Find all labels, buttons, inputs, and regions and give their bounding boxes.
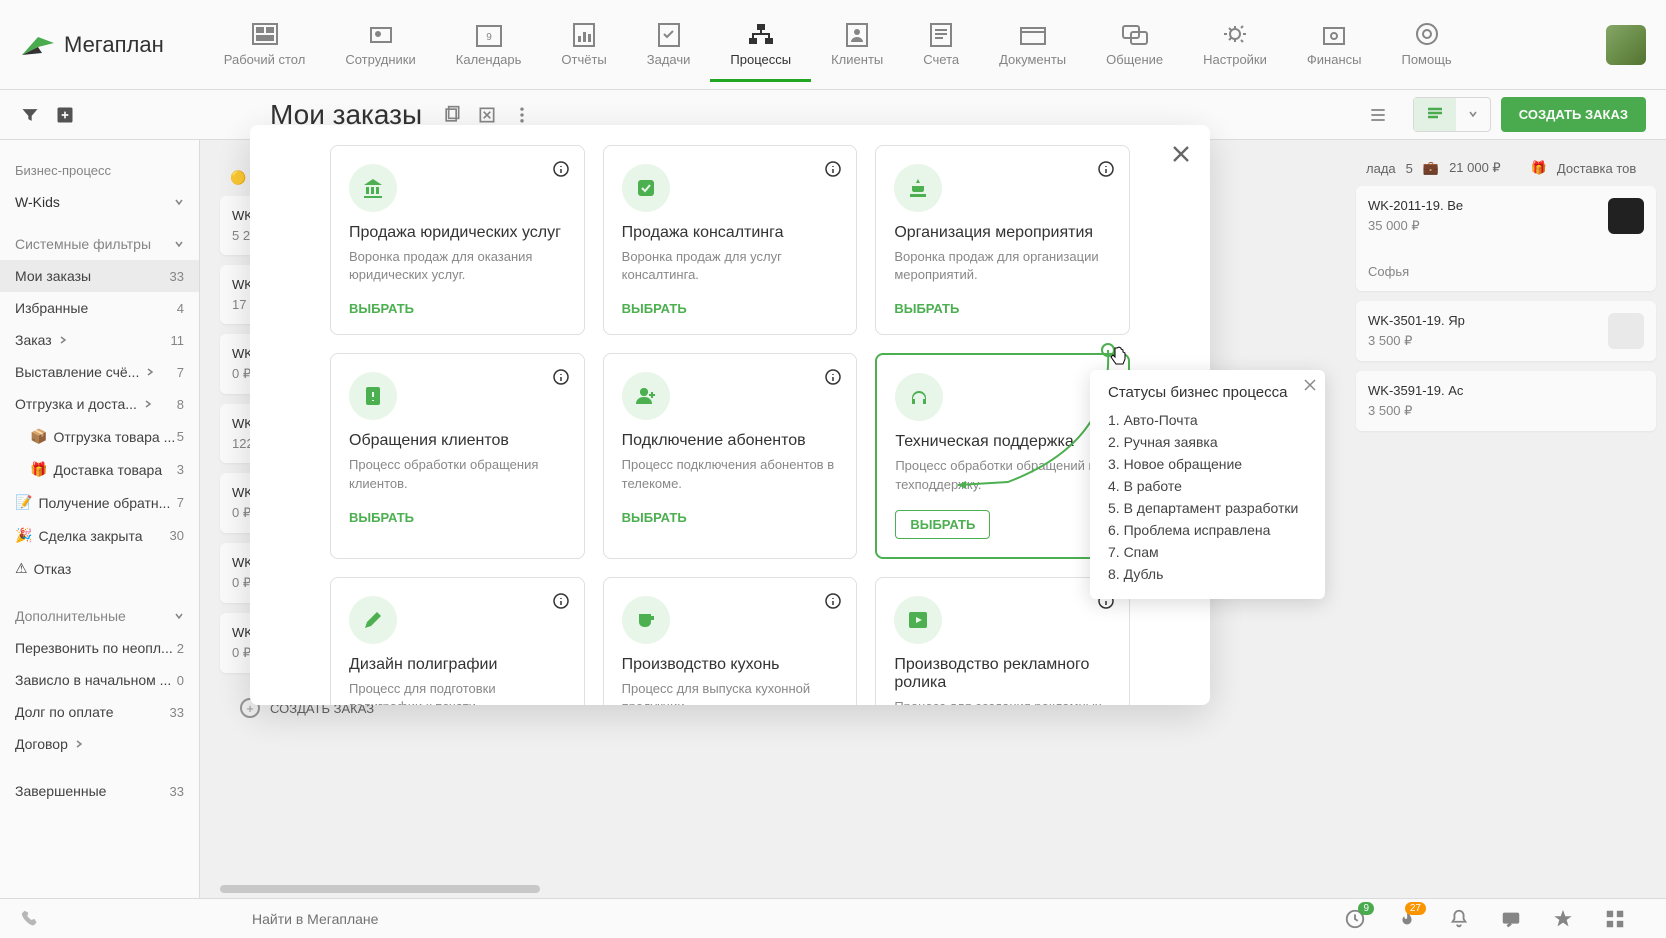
template-card[interactable]: Производство кухонь Процесс для выпуска … <box>603 577 858 705</box>
check-icon <box>622 164 670 212</box>
popover-title: Статусы бизнес процесса <box>1108 384 1307 401</box>
select-template-button[interactable]: ВЫБРАТЬ <box>894 301 959 316</box>
status-popover: Статусы бизнес процесса 1. Авто-Почта2. … <box>1090 370 1325 599</box>
alert-icon <box>349 372 397 420</box>
template-title: Производство рекламного ролика <box>894 656 1111 692</box>
template-title: Организация мероприятия <box>894 224 1111 242</box>
pen-icon <box>349 596 397 644</box>
bank-icon <box>349 164 397 212</box>
template-card[interactable]: Организация мероприятия Воронка продаж д… <box>875 145 1130 335</box>
popover-list-item: 1. Авто-Почта <box>1108 409 1307 431</box>
template-card[interactable]: Подключение абонентов Процесс подключени… <box>603 353 858 558</box>
template-desc: Воронка продаж для услуг консалтинга. <box>622 248 839 284</box>
template-title: Продажа консалтинга <box>622 224 839 242</box>
close-icon[interactable] <box>1167 140 1195 168</box>
cake-icon <box>894 164 942 212</box>
template-title: Обращения клиентов <box>349 432 566 450</box>
template-desc: Процесс для подготовки полиграфии к печа… <box>349 680 566 705</box>
select-template-button[interactable]: ВЫБРАТЬ <box>895 510 990 539</box>
template-desc: Процесс для создания рекламных роликов. <box>894 698 1111 705</box>
popover-list-item: 8. Дубль <box>1108 563 1307 585</box>
popover-list-item: 4. В работе <box>1108 475 1307 497</box>
template-desc: Воронка продаж для организации мероприят… <box>894 248 1111 284</box>
info-icon[interactable] <box>825 369 841 385</box>
template-title: Подключение абонентов <box>622 432 839 450</box>
popover-list-item: 2. Ручная заявка <box>1108 431 1307 453</box>
select-template-button[interactable]: ВЫБРАТЬ <box>349 510 414 525</box>
play-icon <box>894 596 942 644</box>
person-add-icon <box>622 372 670 420</box>
template-desc: Процесс обработки обращения клиентов. <box>349 456 566 492</box>
cursor-hand-icon <box>1106 345 1130 369</box>
template-title: Дизайн полиграфии <box>349 656 566 674</box>
popover-close-icon[interactable] <box>1303 378 1317 392</box>
template-title: Продажа юридических услуг <box>349 224 566 242</box>
template-card[interactable]: Обращения клиентов Процесс обработки обр… <box>330 353 585 558</box>
template-desc: Процесс подключения абонентов в телекоме… <box>622 456 839 492</box>
info-icon[interactable] <box>1098 161 1114 177</box>
popover-list-item: 7. Спам <box>1108 541 1307 563</box>
template-card[interactable]: Дизайн полиграфии Процесс для подготовки… <box>330 577 585 705</box>
info-icon[interactable] <box>825 593 841 609</box>
popover-list-item: 6. Проблема исправлена <box>1108 519 1307 541</box>
select-template-button[interactable]: ВЫБРАТЬ <box>349 301 414 316</box>
template-desc: Процесс для выпуска кухонной продукции. <box>622 680 839 705</box>
cup-icon <box>622 596 670 644</box>
popover-list-item: 5. В департамент разработки <box>1108 497 1307 519</box>
select-template-button[interactable]: ВЫБРАТЬ <box>622 301 687 316</box>
template-desc: Воронка продаж для оказания юридических … <box>349 248 566 284</box>
popover-list-item: 3. Новое обращение <box>1108 453 1307 475</box>
info-icon[interactable] <box>825 161 841 177</box>
info-icon[interactable] <box>553 161 569 177</box>
info-icon[interactable] <box>553 369 569 385</box>
template-title: Производство кухонь <box>622 656 839 674</box>
headset-icon <box>895 373 943 421</box>
info-icon[interactable] <box>553 593 569 609</box>
select-template-button[interactable]: ВЫБРАТЬ <box>622 510 687 525</box>
template-card[interactable]: Продажа консалтинга Воронка продаж для у… <box>603 145 858 335</box>
template-card[interactable]: Продажа юридических услуг Воронка продаж… <box>330 145 585 335</box>
